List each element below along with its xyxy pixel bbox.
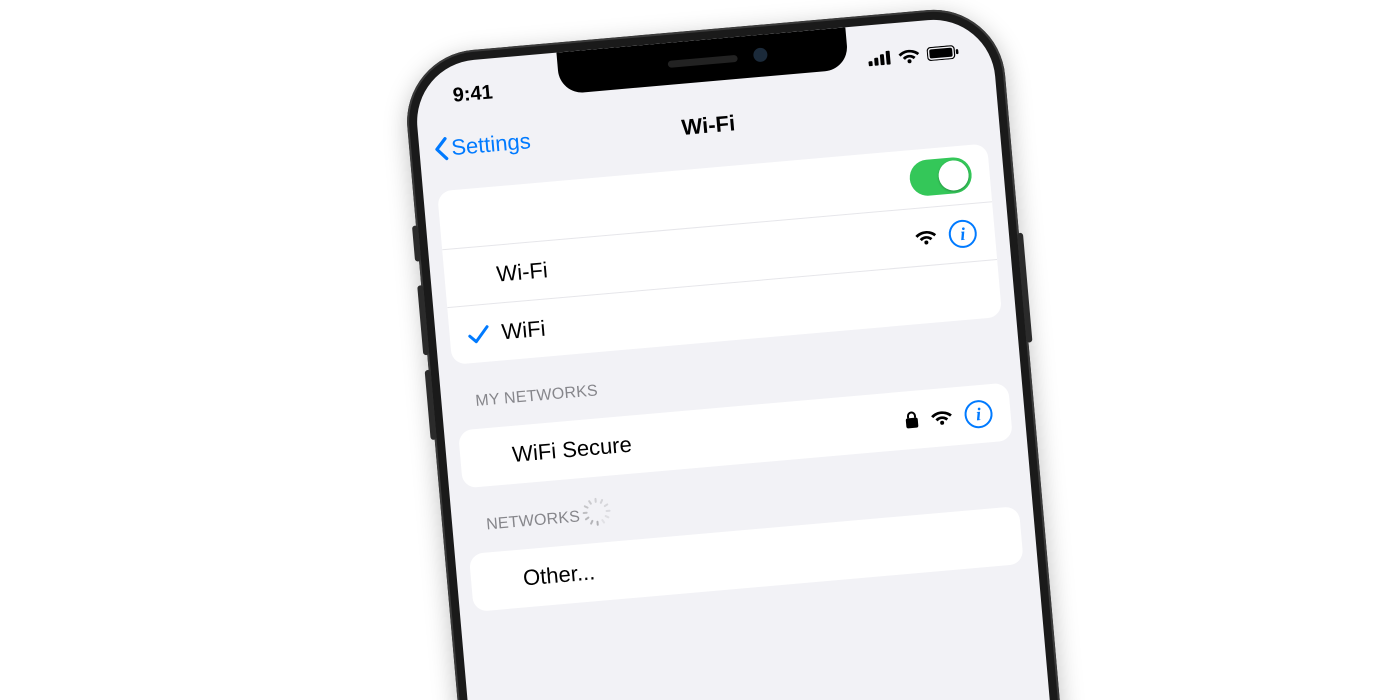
chevron-left-icon — [432, 136, 449, 161]
networks-header-label: Networks — [486, 508, 581, 534]
spinner-icon — [587, 506, 607, 526]
toggle-knob — [937, 159, 970, 192]
screen: 9:41 — [412, 15, 1084, 700]
volume-up-button — [417, 285, 429, 355]
mute-switch — [412, 225, 421, 261]
phone-device: 9:41 — [401, 4, 1095, 700]
wifi-icon — [930, 408, 953, 426]
cellular-icon — [868, 50, 892, 66]
power-button — [1017, 233, 1033, 343]
phone-frame: 9:41 — [401, 4, 1095, 700]
checkmark-icon — [467, 323, 491, 345]
lock-icon — [904, 410, 920, 429]
info-button[interactable]: i — [948, 218, 978, 248]
wifi-icon — [914, 228, 937, 246]
other-label: Other... — [522, 524, 1004, 592]
front-camera — [753, 47, 768, 62]
back-label: Settings — [450, 128, 531, 161]
wifi-status-icon — [897, 47, 920, 65]
canvas: 9:41 — [0, 0, 1400, 700]
settings-content: Settings Wi-Fi Wi-Fi — [417, 68, 1084, 700]
my-networks-header-label: My Networks — [475, 382, 599, 411]
volume-down-button — [425, 370, 437, 440]
wifi-toggle[interactable] — [908, 156, 973, 197]
battery-icon — [926, 45, 959, 62]
info-button[interactable]: i — [963, 399, 993, 429]
back-button[interactable]: Settings — [432, 128, 531, 162]
speaker-grille — [668, 54, 738, 67]
